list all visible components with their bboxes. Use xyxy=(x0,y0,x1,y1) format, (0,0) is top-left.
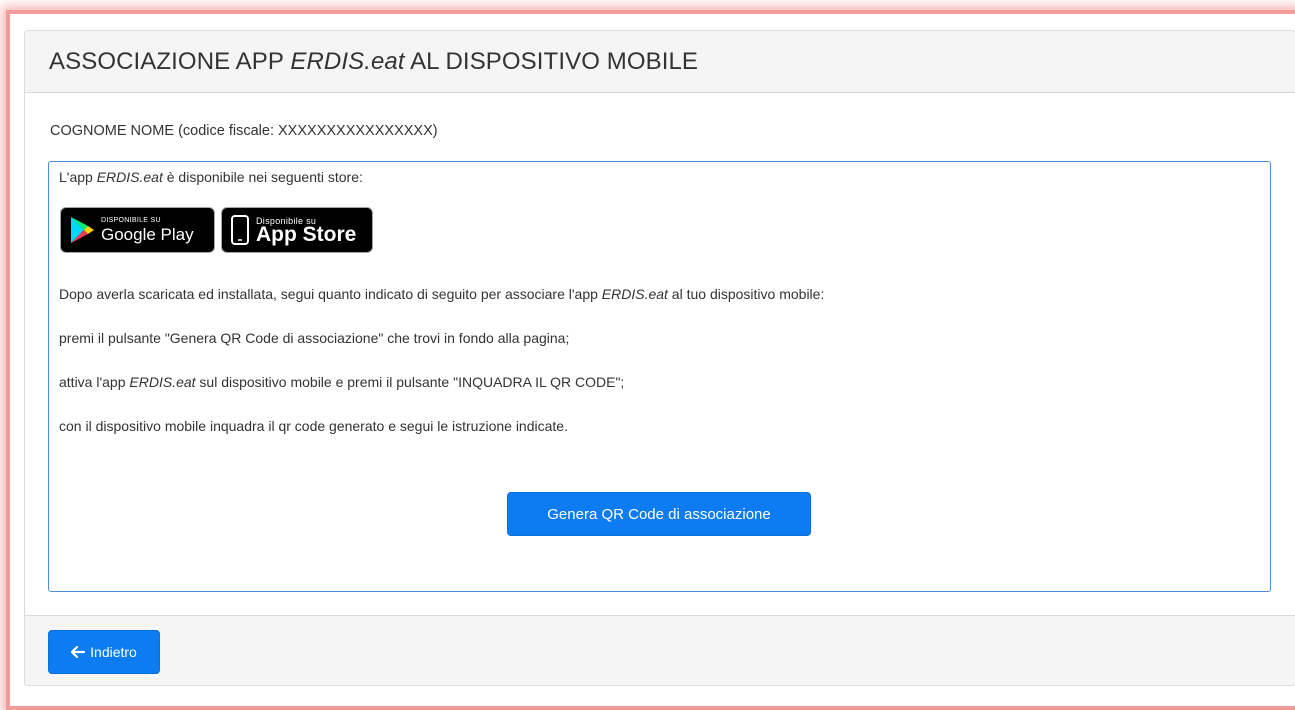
generate-qr-button[interactable]: Genera QR Code di associazione xyxy=(507,492,811,536)
google-play-icon xyxy=(71,217,94,243)
phone-icon xyxy=(231,215,249,245)
google-badge-small-text: DISPONIBILE SU xyxy=(101,216,161,224)
card-footer: Indietro xyxy=(25,615,1295,685)
store-badges: DISPONIBILE SU Google Play Disponibile s… xyxy=(60,207,373,253)
association-card: ASSOCIAZIONE APP ERDIS.eat AL DISPOSITIV… xyxy=(24,30,1295,686)
page-title: ASSOCIAZIONE APP ERDIS.eat AL DISPOSITIV… xyxy=(49,47,699,75)
arrow-left-icon xyxy=(71,646,86,658)
store-intro-text: L'app ERDIS.eat è disponibile nei seguen… xyxy=(59,169,363,185)
instruction-step-1: premi il pulsante "Genera QR Code di ass… xyxy=(59,330,570,346)
app-store-badge[interactable]: Disponibile su App Store xyxy=(221,207,373,253)
instruction-step-3: con il dispositivo mobile inquadra il qr… xyxy=(59,418,568,434)
google-play-badge[interactable]: DISPONIBILE SU Google Play xyxy=(60,207,215,253)
instructions-box: L'app ERDIS.eat è disponibile nei seguen… xyxy=(48,161,1271,592)
back-button-label: Indietro xyxy=(90,644,137,660)
back-button[interactable]: Indietro xyxy=(48,630,160,674)
card-header: ASSOCIAZIONE APP ERDIS.eat AL DISPOSITIV… xyxy=(25,31,1295,93)
google-badge-big-text: Google Play xyxy=(101,224,194,244)
card-body: COGNOME NOME (codice fiscale: XXXXXXXXXX… xyxy=(25,93,1295,615)
apple-badge-big-text: App Store xyxy=(256,222,357,246)
user-identity: COGNOME NOME (codice fiscale: XXXXXXXXXX… xyxy=(50,123,438,139)
instruction-step-2: attiva l'app ERDIS.eat sul dispositivo m… xyxy=(59,374,625,390)
instruction-intro: Dopo averla scaricata ed installata, seg… xyxy=(59,286,825,302)
